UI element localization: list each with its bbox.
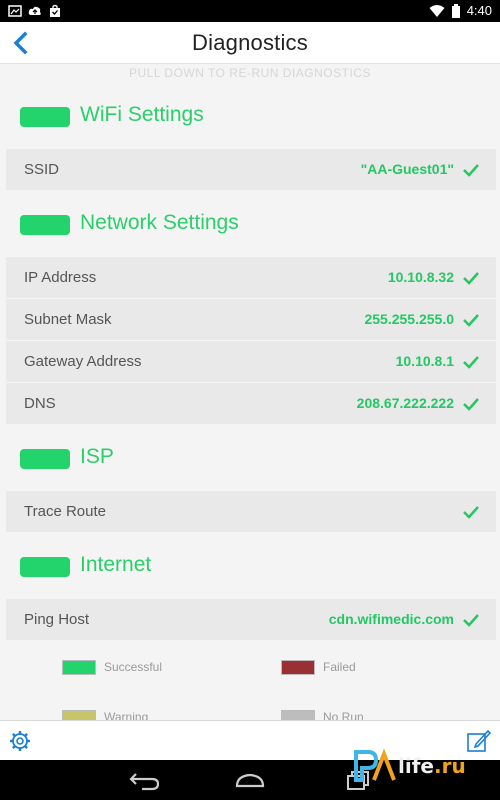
status-time: 4:40	[466, 3, 492, 18]
legend-successful: Successful	[62, 658, 212, 678]
row-label: DNS	[24, 395, 56, 412]
status-indicator	[20, 557, 70, 577]
section-title: WiFi Settings	[80, 103, 204, 126]
check-icon	[463, 356, 479, 369]
row-label: Subnet Mask	[24, 311, 112, 328]
section-title: ISP	[80, 445, 114, 468]
watermark-life: life	[398, 754, 434, 778]
battery-icon	[451, 3, 460, 18]
page-title: Diagnostics	[192, 30, 308, 55]
row-ping-host[interactable]: Ping Host cdn.wifimedic.com	[6, 599, 496, 641]
check-icon	[463, 398, 479, 411]
row-subnet-mask[interactable]: Subnet Mask 255.255.255.0	[6, 299, 496, 341]
row-value: "AA-Guest01"	[360, 161, 454, 177]
nav-home-button[interactable]	[233, 768, 267, 792]
legend-label: Failed	[323, 660, 356, 674]
row-trace-route[interactable]: Trace Route	[6, 491, 496, 533]
legend-label: Successful	[104, 660, 163, 674]
row-gateway-address[interactable]: Gateway Address 10.10.8.1	[6, 341, 496, 383]
image-notification-icon	[8, 5, 22, 17]
status-indicator	[20, 449, 70, 469]
section-isp: ISP	[0, 439, 500, 479]
pdalife-watermark: life.ru	[352, 746, 482, 786]
cloud-upload-icon	[28, 6, 41, 15]
nav-back-button[interactable]	[128, 768, 162, 792]
check-icon	[463, 314, 479, 327]
section-title: Internet	[80, 553, 152, 576]
pdalife-logo-icon	[354, 748, 396, 782]
row-label: SSID	[24, 161, 60, 178]
check-icon	[463, 614, 479, 627]
watermark-ru: .ru	[433, 754, 466, 778]
row-value: 255.255.255.0	[364, 311, 454, 327]
row-value: cdn.wifimedic.com	[328, 611, 454, 627]
gear-icon[interactable]	[8, 729, 32, 753]
row-ssid[interactable]: SSID "AA-Guest01"	[6, 149, 496, 191]
status-bar: 4:40	[0, 0, 500, 22]
pull-to-refresh-hint: PULL DOWN TO RE-RUN DIAGNOSTICS	[129, 66, 371, 80]
row-label: IP Address	[24, 269, 97, 286]
row-label: Ping Host	[24, 611, 90, 628]
shopping-bag-icon	[50, 4, 60, 17]
section-wifi-settings: WiFi Settings	[0, 97, 500, 137]
check-icon	[463, 164, 479, 177]
row-value: 208.67.222.222	[356, 395, 454, 411]
legend-swatch	[281, 660, 315, 675]
check-icon	[463, 506, 479, 519]
check-icon	[463, 272, 479, 285]
row-value: 10.10.8.32	[387, 269, 454, 285]
status-indicator	[20, 107, 70, 127]
row-value: 10.10.8.1	[395, 353, 454, 369]
section-network-settings: Network Settings	[0, 205, 500, 245]
row-label: Gateway Address	[24, 353, 142, 370]
section-internet: Internet	[0, 547, 500, 587]
section-title: Network Settings	[80, 211, 239, 234]
wifi-icon	[429, 4, 445, 17]
legend-swatch	[62, 660, 96, 675]
row-label: Trace Route	[24, 503, 106, 520]
row-ip-address[interactable]: IP Address 10.10.8.32	[6, 257, 496, 299]
status-indicator	[20, 215, 70, 235]
legend-failed: Failed	[281, 658, 431, 678]
app-header: Diagnostics	[0, 22, 500, 64]
row-dns[interactable]: DNS 208.67.222.222	[6, 383, 496, 425]
